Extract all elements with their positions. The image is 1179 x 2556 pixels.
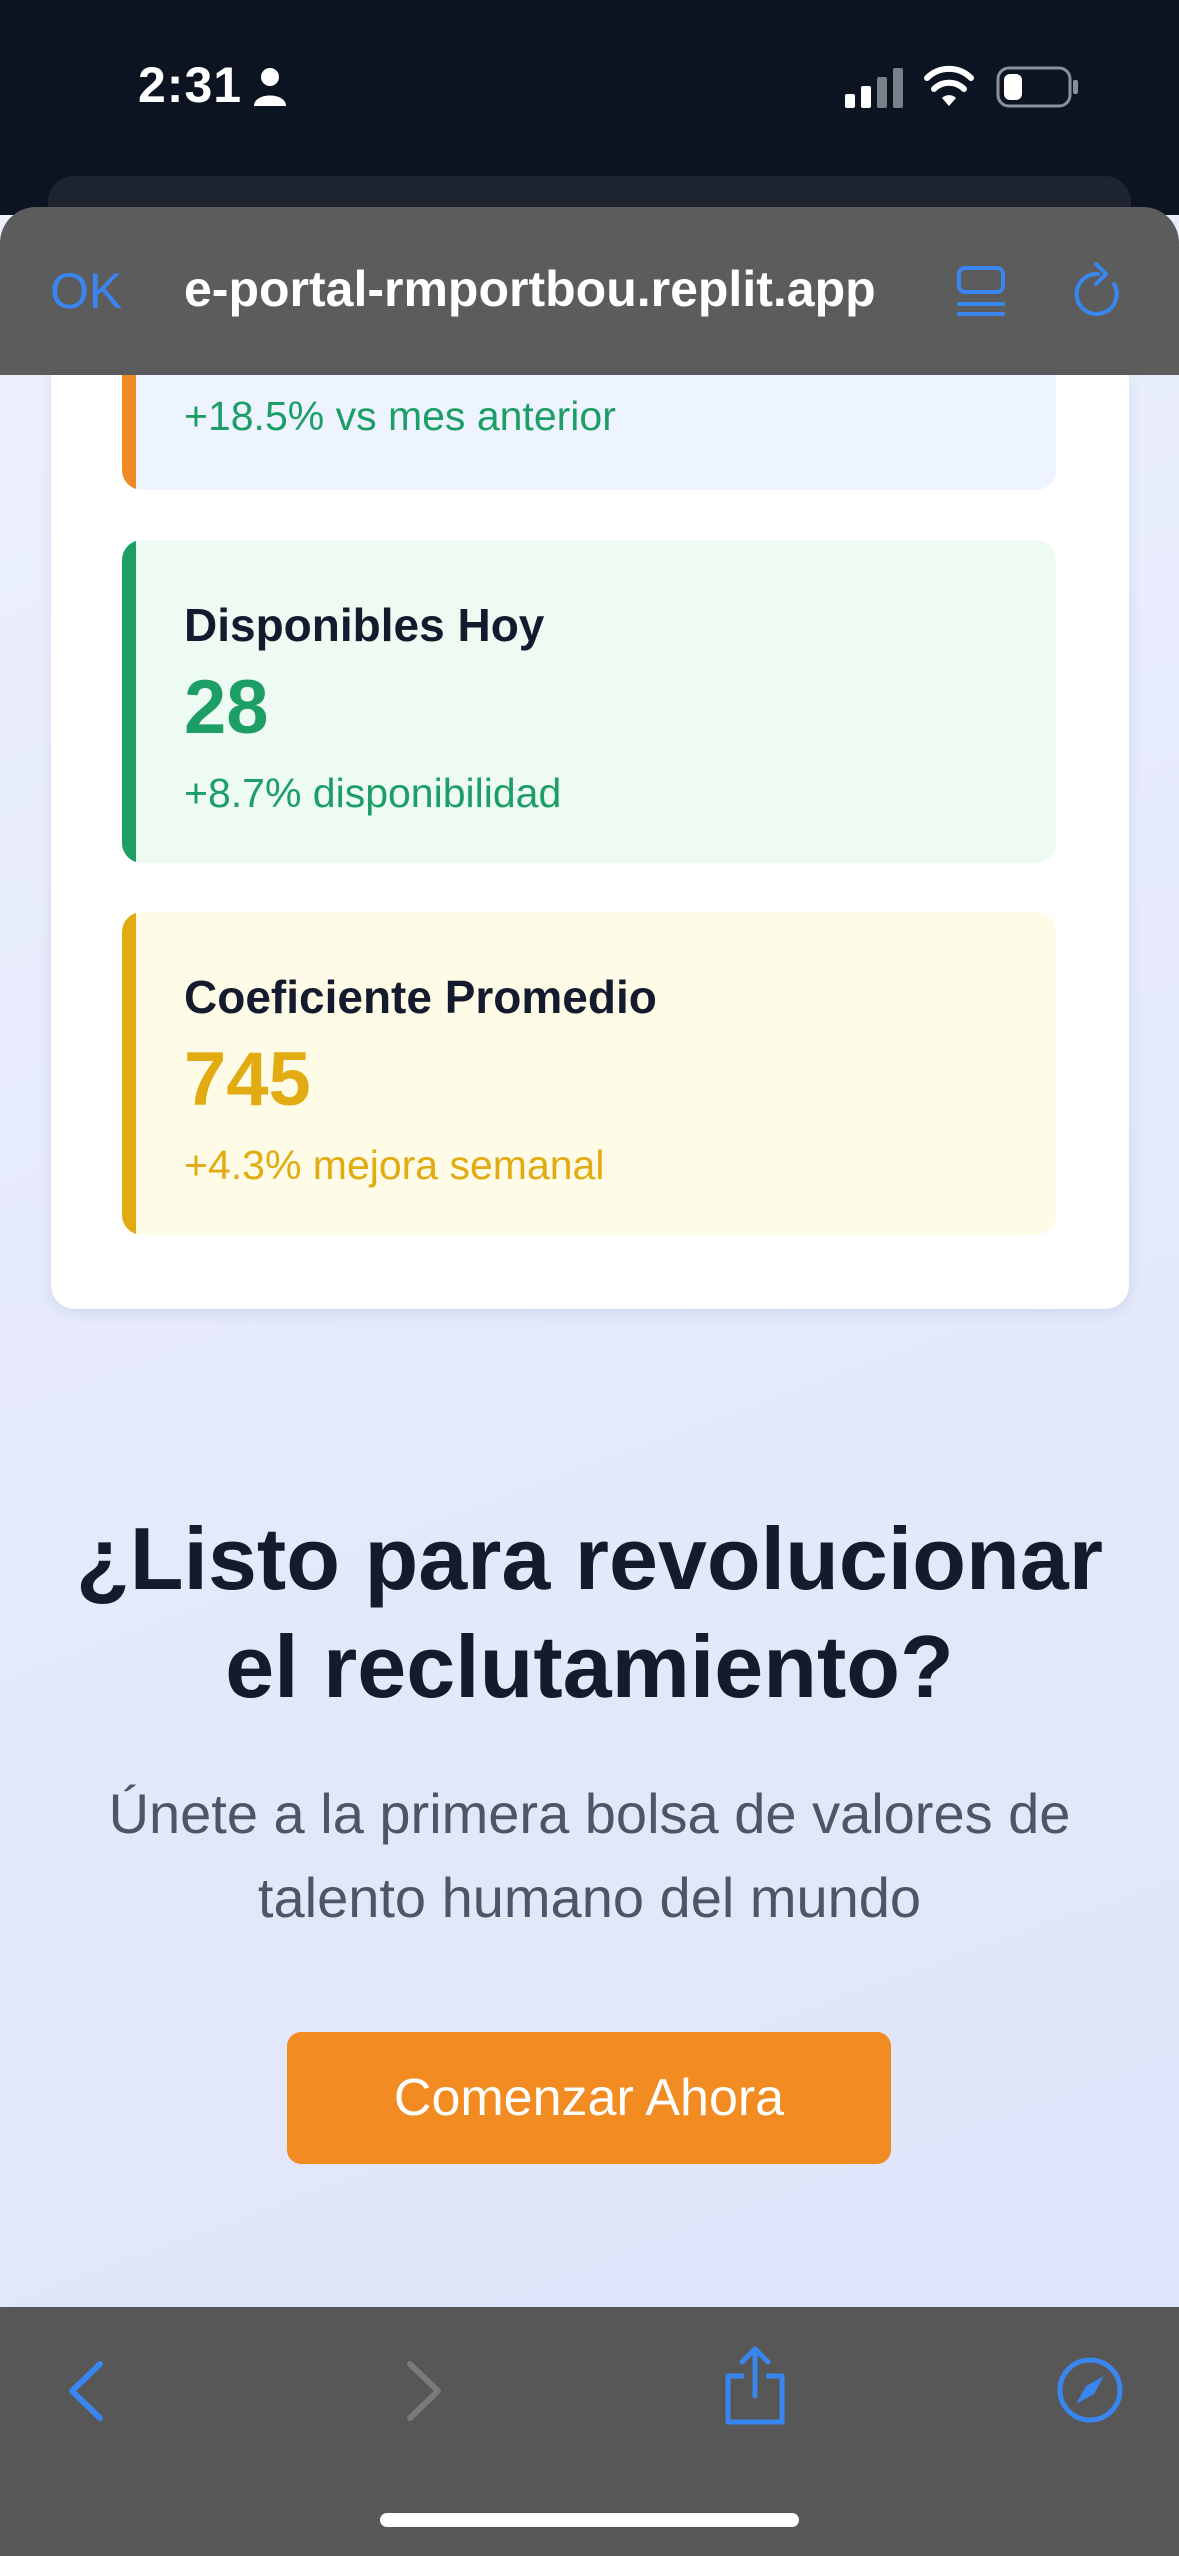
home-indicator[interactable] (380, 2513, 799, 2527)
url-field[interactable]: e-portal-rmportbou.replit.app (184, 260, 904, 318)
metric-change: +8.7% disponibilidad (184, 770, 562, 816)
compass-icon[interactable] (1056, 2356, 1124, 2424)
metric-title: Coeficiente Promedio (184, 971, 657, 1023)
battery-icon (996, 66, 1078, 108)
metric-card-growth: +18.5% vs mes anterior (122, 375, 1056, 490)
metric-card-available-today: Disponibles Hoy 28 +8.7% disponibilidad (122, 540, 1056, 863)
back-icon[interactable] (62, 2358, 108, 2424)
metric-change: +4.3% mejora semanal (184, 1142, 605, 1188)
status-time: 2:31 (138, 57, 243, 113)
person-icon (254, 68, 286, 106)
metric-card-average-coefficient: Coeficiente Promedio 745 +4.3% mejora se… (122, 912, 1056, 1235)
share-icon[interactable] (722, 2346, 788, 2426)
wifi-icon (924, 65, 974, 106)
metric-accent-bar (122, 375, 136, 490)
cta-heading-line: el reclutamiento? (225, 1617, 954, 1716)
cta-heading-line: ¿Listo para revolucionar (76, 1509, 1103, 1608)
cta-subtitle-line: talento humano del mundo (257, 1866, 922, 1929)
metric-accent-bar (122, 540, 136, 863)
metric-change: +18.5% vs mes anterior (184, 393, 616, 439)
done-button[interactable]: OK (50, 262, 122, 320)
metric-accent-bar (122, 912, 136, 1235)
cta-subtitle-line: Únete a la primera bolsa de valores de (108, 1782, 1071, 1845)
metric-value: 28 (184, 665, 269, 750)
reload-icon[interactable] (1070, 262, 1126, 320)
metric-value: 745 (184, 1037, 311, 1122)
reader-icon[interactable] (956, 262, 1006, 320)
cta-subtitle: Únete a la primera bolsa de valores de t… (60, 1772, 1119, 1940)
metric-title: Disponibles Hoy (184, 599, 545, 651)
start-now-button[interactable]: Comenzar Ahora (287, 2032, 891, 2164)
signal-icon (845, 68, 903, 108)
cta-heading: ¿Listo para revolucionar el reclutamient… (40, 1505, 1139, 1721)
forward-icon[interactable] (402, 2358, 448, 2424)
